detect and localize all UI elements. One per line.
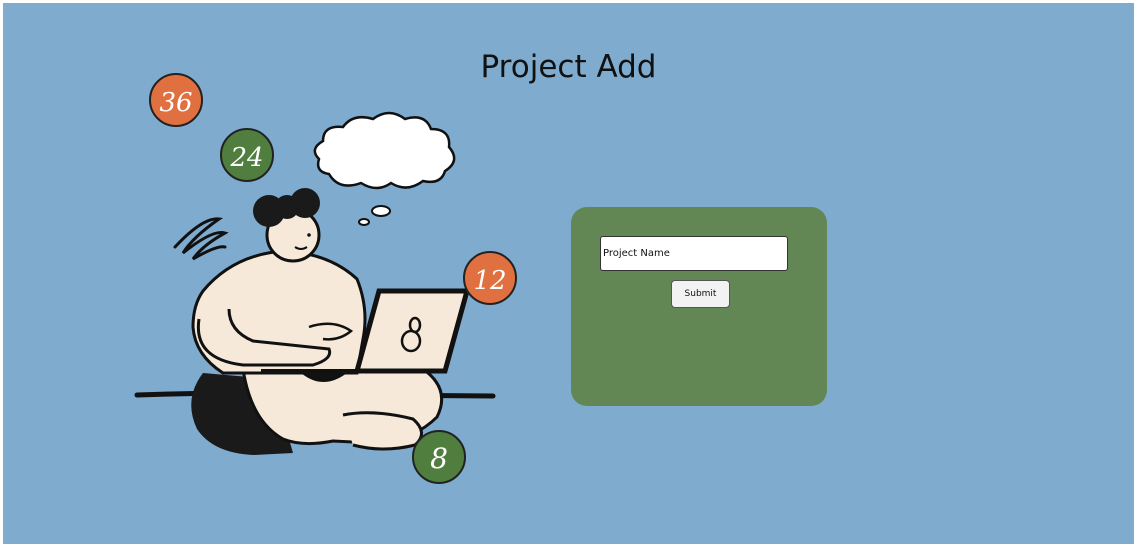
page-background: Project Add 36 24 12 8 Project Name Subm…: [3, 3, 1134, 544]
motion-scribble-icon: [173, 217, 229, 261]
badge-number: 36: [159, 88, 192, 118]
badge-12: 12: [463, 251, 517, 305]
person-with-laptop-illustration: 36 24 12 8: [134, 73, 517, 484]
project-add-form: Submit: [571, 207, 827, 406]
submit-button[interactable]: Submit: [671, 280, 730, 308]
badge-number: 8: [430, 442, 448, 475]
badge-36: 36: [149, 73, 203, 127]
thought-bubble-icon: [313, 111, 456, 226]
badge-number: 12: [473, 266, 506, 296]
badge-8: 8: [412, 430, 466, 484]
badge-24: 24: [220, 128, 274, 182]
badge-number: 24: [229, 143, 263, 173]
project-name-input[interactable]: [600, 236, 788, 271]
